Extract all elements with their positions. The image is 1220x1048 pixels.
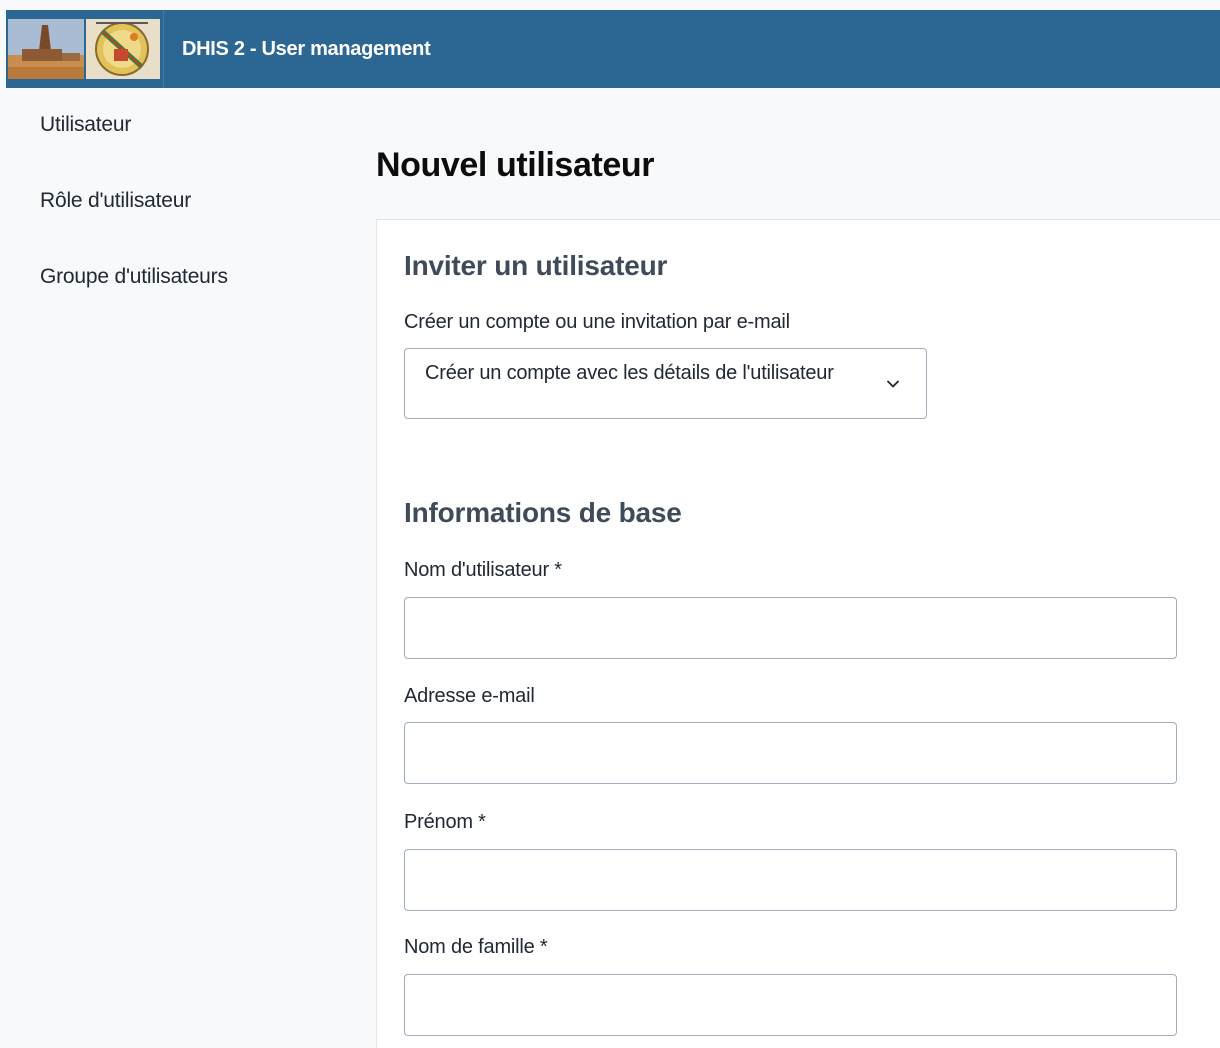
sidebar-item-user-roles[interactable]: Rôle d'utilisateur bbox=[40, 189, 191, 213]
sidebar: Utilisateur Rôle d'utilisateur Groupe d'… bbox=[6, 88, 352, 1048]
email-input[interactable] bbox=[404, 722, 1177, 784]
invite-mode-label: Créer un compte ou une invitation par e-… bbox=[404, 311, 790, 333]
invite-mode-select[interactable]: Créer un compte avec les détails de l'ut… bbox=[404, 348, 927, 419]
invite-mode-value: Créer un compte avec les détails de l'ut… bbox=[425, 362, 834, 384]
first-name-label: Prénom * bbox=[404, 811, 486, 833]
username-label: Nom d'utilisateur * bbox=[404, 559, 562, 581]
last-name-label: Nom de famille * bbox=[404, 936, 548, 958]
app-title: DHIS 2 - User management bbox=[182, 37, 431, 60]
first-name-input[interactable] bbox=[404, 849, 1177, 911]
sidebar-item-user-groups[interactable]: Groupe d'utilisateurs bbox=[40, 265, 228, 289]
header-bar: DHIS 2 - User management bbox=[6, 10, 1220, 88]
page-title: Nouvel utilisateur bbox=[376, 146, 655, 184]
country-logo-icon[interactable] bbox=[6, 10, 164, 88]
chevron-down-icon bbox=[887, 380, 899, 388]
sidebar-item-users[interactable]: Utilisateur bbox=[40, 113, 131, 137]
invite-section-title: Inviter un utilisateur bbox=[404, 250, 668, 281]
last-name-input[interactable] bbox=[404, 974, 1177, 1036]
username-input[interactable] bbox=[404, 597, 1177, 659]
email-label: Adresse e-mail bbox=[404, 685, 535, 707]
app-root: DHIS 2 - User management Utilisateur Rôl… bbox=[0, 0, 1220, 1048]
basic-info-section-title: Informations de base bbox=[404, 497, 682, 528]
